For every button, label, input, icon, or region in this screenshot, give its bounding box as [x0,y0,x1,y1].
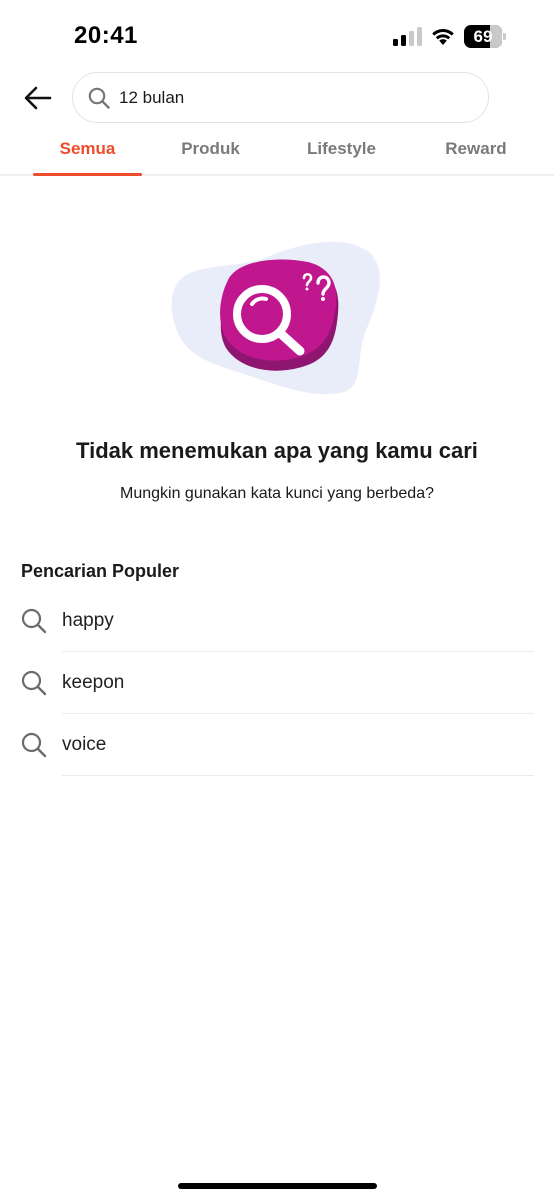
popular-searches-title: Pencarian Populer [21,561,180,581]
tab-lifestyle[interactable]: Lifestyle [290,124,393,174]
battery-level: 69 [473,27,493,46]
tab-label: Produk [181,139,240,158]
battery-icon: 69 [464,25,506,48]
status-bar: 20:41 69 [0,0,554,64]
popular-search-label: happy [62,610,114,631]
popular-search-item[interactable]: voice [0,714,554,776]
tab-reward[interactable]: Reward [425,124,527,174]
home-indicator[interactable] [178,1183,377,1189]
search-icon [88,87,110,109]
popular-search-item[interactable]: happy [0,590,554,652]
popular-search-item[interactable]: keepon [0,652,554,714]
divider [62,775,534,776]
search-results-screen: 20:41 69 12 bulan Semua Produk Lifestyle… [0,0,554,1200]
search-bar[interactable] [72,72,489,123]
search-input[interactable] [119,87,459,108]
signal-icon [393,27,422,46]
search-icon [21,608,47,634]
tab-bar: Semua Produk Lifestyle Reward [0,124,554,176]
popular-search-label: voice [62,734,107,755]
search-icon [21,670,47,696]
status-time: 20:41 [74,22,138,49]
magnifier-question-illustration [171,241,380,395]
active-tab-indicator [33,173,142,176]
arrow-left-icon [24,86,52,110]
back-button[interactable] [18,78,58,118]
tab-label: Reward [445,139,507,158]
empty-state-subtitle: Mungkin gunakan kata kunci yang berbeda? [120,485,434,502]
tab-semua[interactable]: Semua [33,124,142,176]
tab-label: Lifestyle [307,139,376,158]
tab-produk[interactable]: Produk [160,124,261,174]
wifi-icon [432,29,454,45]
search-icon [21,732,47,758]
popular-search-label: keepon [62,672,125,693]
tab-label: Semua [59,139,116,158]
empty-state-title: Tidak menemukan apa yang kamu cari [76,438,478,463]
popular-searches-list: happy keepon voice [0,590,554,776]
